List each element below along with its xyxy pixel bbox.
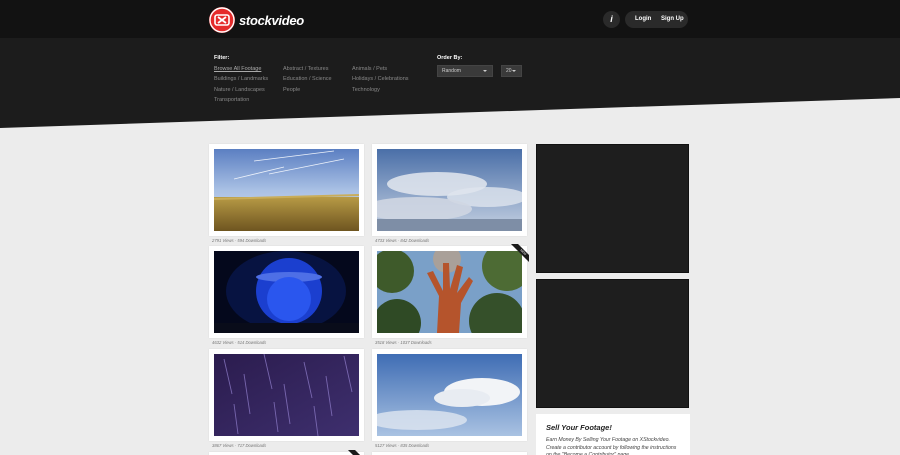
category-transportation[interactable]: Transportation <box>214 97 249 103</box>
category-browse-all[interactable]: Browse All Footage <box>214 66 261 72</box>
sort-order-value: Random <box>442 68 461 74</box>
new-ribbon-badge: NEW <box>507 244 529 266</box>
top-navigation-bar <box>0 0 900 38</box>
video-thumbnail[interactable] <box>214 251 359 333</box>
brand-logo[interactable]: stockvideo <box>209 7 304 33</box>
card-stats: 3867 Views · 717 Downloads <box>212 443 267 448</box>
new-ribbon-badge <box>344 450 366 455</box>
signup-button[interactable]: Sign Up <box>661 11 684 28</box>
login-button[interactable]: Login <box>635 11 651 28</box>
category-nature-landscapes[interactable]: Nature / Landscapes <box>214 87 265 93</box>
video-thumbnail[interactable] <box>377 251 522 333</box>
card-stats: 2791 Views · 594 Downloads <box>212 238 267 243</box>
chevron-down-icon <box>512 70 516 72</box>
category-people[interactable]: People <box>283 87 300 93</box>
card-stats: 4733 Views · 842 Downloads <box>375 238 430 243</box>
video-card[interactable] <box>209 246 364 338</box>
x-logo-icon <box>209 7 235 33</box>
info-menu-button[interactable]: i <box>603 11 620 28</box>
category-buildings-landmarks[interactable]: Buildings / Landmarks <box>214 76 268 82</box>
video-card[interactable] <box>209 349 364 441</box>
category-abstract-textures[interactable]: Abstract / Textures <box>283 66 328 72</box>
video-thumbnail[interactable] <box>214 354 359 436</box>
filter-heading: Filter: <box>214 55 230 61</box>
video-card[interactable] <box>372 144 527 236</box>
page-size-select[interactable]: 20 <box>501 65 522 77</box>
page-size-value: 20 <box>506 68 512 74</box>
video-thumbnail[interactable] <box>377 354 522 436</box>
card-stats: 3518 Views · 1037 Downloads <box>375 340 432 345</box>
brand-name: stockvideo <box>239 12 304 28</box>
video-thumbnail[interactable] <box>377 149 522 231</box>
filter-panel-background <box>0 38 900 128</box>
category-technology[interactable]: Technology <box>352 87 380 93</box>
sell-footage-text: Earn Money By Selling Your Footage on XS… <box>546 437 677 455</box>
info-icon: i <box>610 14 613 24</box>
order-by-heading: Order By: <box>437 55 463 61</box>
sort-order-select[interactable]: Random <box>437 65 493 77</box>
auth-buttons-group: Login Sign Up <box>625 11 688 28</box>
video-card[interactable] <box>209 144 364 236</box>
card-stats: 4632 Views · 514 Downloads <box>212 340 267 345</box>
category-holidays-celebrations[interactable]: Holidays / Celebrations <box>352 76 409 82</box>
video-card[interactable] <box>372 349 527 441</box>
category-education-science[interactable]: Education / Science <box>283 76 332 82</box>
chevron-down-icon <box>483 70 487 72</box>
sidebar-ad-slot[interactable] <box>536 279 689 408</box>
video-thumbnail[interactable] <box>214 149 359 231</box>
sidebar-ad-slot[interactable] <box>536 144 689 273</box>
video-card[interactable]: NEW <box>372 244 529 338</box>
card-stats: 5127 Views · 835 Downloads <box>375 443 430 448</box>
sell-footage-box: Sell Your Footage! Earn Money By Selling… <box>536 414 690 455</box>
category-animals-pets[interactable]: Animals / Pets <box>352 66 387 72</box>
sell-footage-title: Sell Your Footage! <box>546 423 612 432</box>
